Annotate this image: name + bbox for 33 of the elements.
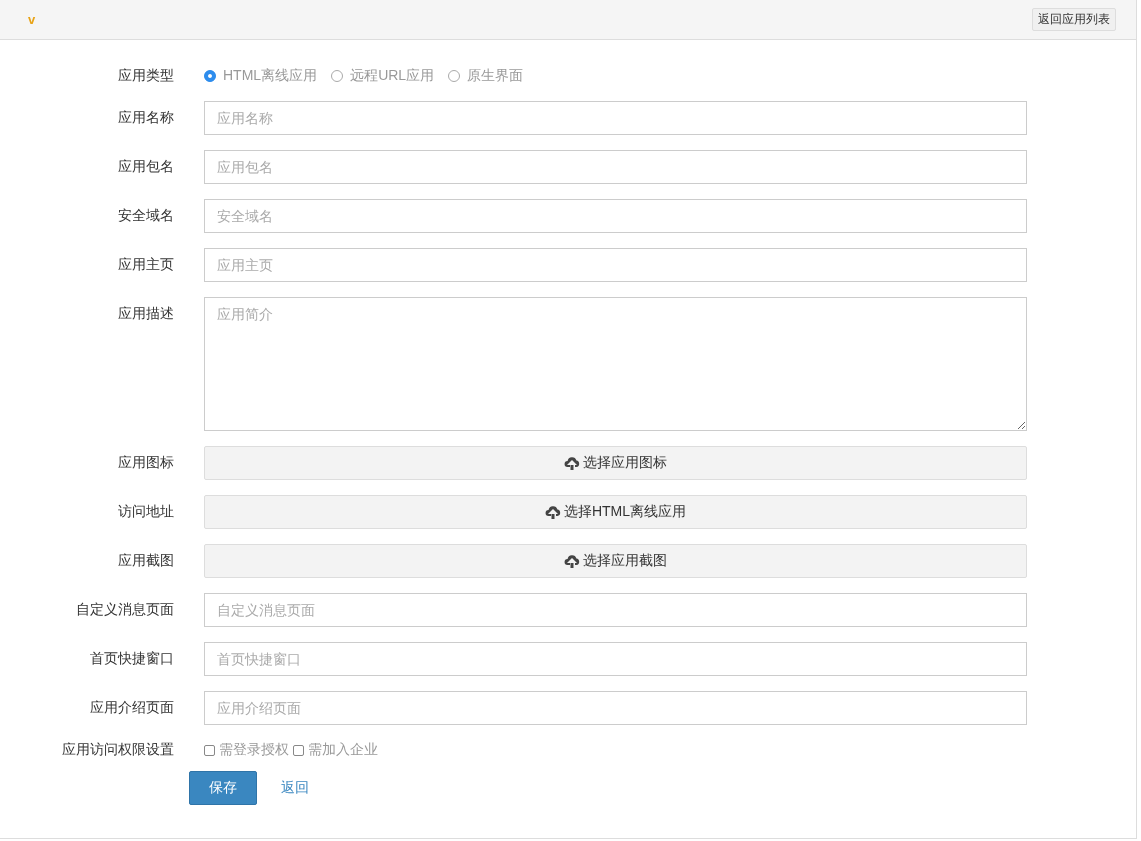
upload-button[interactable]: 选择应用图标 bbox=[204, 446, 1027, 480]
upload-button[interactable]: 选择应用截图 bbox=[204, 544, 1027, 578]
textarea-input[interactable]: 应用简介 bbox=[204, 297, 1027, 431]
text-input[interactable]: 应用名称 bbox=[204, 101, 1027, 135]
save-button[interactable]: 保存 bbox=[189, 771, 257, 805]
field-label: 应用名称 bbox=[117, 109, 174, 127]
radio-option[interactable]: 原生界面 bbox=[448, 67, 524, 85]
text-input[interactable]: 应用包名 bbox=[204, 150, 1027, 184]
field-label: 应用主页 bbox=[117, 256, 174, 274]
panel-title: v bbox=[28, 12, 36, 27]
field-label: 安全域名 bbox=[117, 207, 174, 225]
upload-button[interactable]: 选择HTML离线应用 bbox=[204, 495, 1027, 529]
text-input[interactable]: 应用介绍页面 bbox=[204, 691, 1027, 725]
text-input[interactable]: 自定义消息页面 bbox=[204, 593, 1027, 627]
text-input[interactable]: 首页快捷窗口 bbox=[204, 642, 1027, 676]
radio-option[interactable]: HTML离线应用 bbox=[204, 67, 318, 85]
radio-option[interactable]: 远程URL应用 bbox=[331, 67, 435, 85]
text-input[interactable]: 安全域名 bbox=[204, 199, 1027, 233]
field-label: 应用介绍页面 bbox=[89, 699, 174, 717]
field-label: 应用访问权限设置 bbox=[61, 741, 174, 759]
field-label: 应用描述 bbox=[117, 304, 174, 323]
field-label: 应用类型 bbox=[117, 67, 174, 85]
field-label: 自定义消息页面 bbox=[75, 601, 174, 619]
checkbox-option[interactable]: 需登录授权 bbox=[204, 741, 289, 759]
field-label: 访问地址 bbox=[117, 503, 174, 521]
back-to-list-button[interactable]: 返回应用列表 bbox=[1032, 8, 1116, 31]
field-label: 首页快捷窗口 bbox=[89, 650, 174, 668]
field-label: 应用截图 bbox=[117, 552, 174, 570]
field-label: 应用图标 bbox=[117, 454, 174, 472]
back-link[interactable]: 返回 bbox=[281, 779, 309, 797]
field-label: 应用包名 bbox=[117, 158, 174, 176]
checkbox-option[interactable]: 需加入企业 bbox=[293, 741, 378, 759]
text-input[interactable]: 应用主页 bbox=[204, 248, 1027, 282]
